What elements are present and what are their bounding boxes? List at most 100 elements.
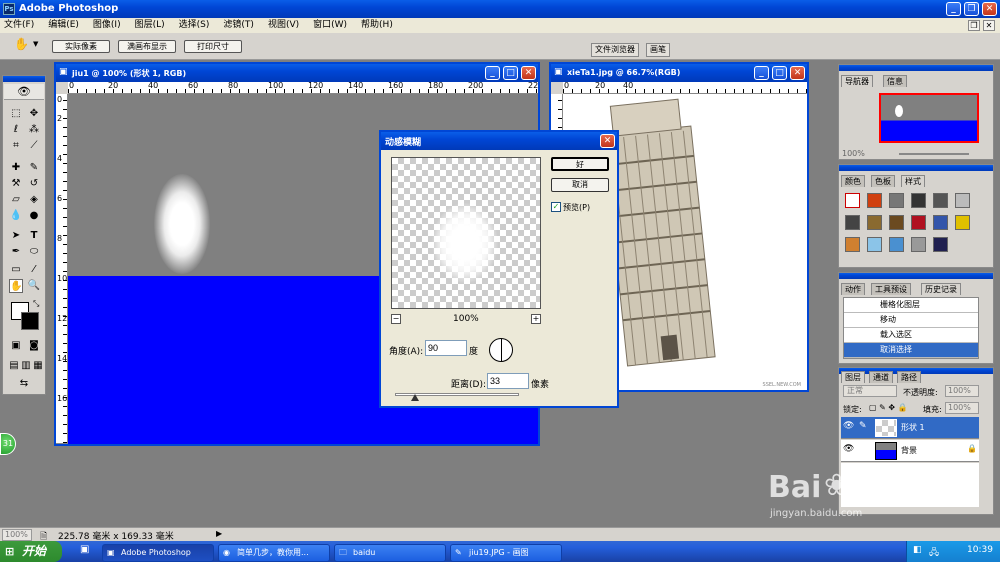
menu-restore-icon[interactable]: ❐ [968,20,980,31]
swap-colors-icon[interactable]: ⤡ [33,299,39,309]
menu-window[interactable]: 窗口(W) [313,20,347,30]
doc2-close-button[interactable]: ✕ [790,66,805,80]
eyedropper-tool-icon[interactable]: ⁄ [27,263,41,277]
style-swatch[interactable] [955,215,970,230]
style-swatch[interactable] [911,193,926,208]
style-swatch[interactable] [845,237,860,252]
jump-to-imageready-icon[interactable]: ⇆ [17,377,31,391]
slice-tool-icon[interactable]: ⟋ [27,139,41,153]
angle-dial[interactable] [489,338,513,362]
channels-tab[interactable]: 通道 [869,371,893,383]
style-swatch[interactable] [933,237,948,252]
tray-icon[interactable]: ◧ [913,545,922,555]
style-swatch[interactable] [867,215,882,230]
file-browser-tab[interactable]: 文件浏览器 [591,43,639,57]
type-tool-icon[interactable]: T [27,229,41,243]
standard-mode-icon[interactable]: ▣ [9,339,23,353]
paths-tab[interactable]: 路径 [897,371,921,383]
layers-tab[interactable]: 图层 [841,371,865,383]
style-swatch[interactable] [867,193,882,208]
marquee-tool-icon[interactable]: ⬚ [9,107,23,121]
info-tab[interactable]: 信息 [883,75,907,87]
doc1-maximize-button[interactable]: □ [503,66,518,80]
style-swatch[interactable] [933,193,948,208]
dodge-tool-icon[interactable]: ● [27,209,41,223]
taskbar-item-photoshop[interactable]: ▣ Adobe Photoshop [102,544,214,562]
doc1-close-button[interactable]: ✕ [521,66,536,80]
status-arrow-icon[interactable]: ▶ [216,529,222,538]
tool-dropdown-icon[interactable]: ▼ [33,40,38,48]
distance-input[interactable] [487,373,529,389]
navigator-tab[interactable]: 导航器 [841,75,873,87]
style-swatch[interactable] [867,237,882,252]
healing-tool-icon[interactable]: ✚ [9,161,23,175]
style-swatch[interactable] [911,215,926,230]
dialog-close-button[interactable]: ✕ [600,134,615,148]
navigator-zoom-slider[interactable] [899,153,969,155]
stamp-tool-icon[interactable]: ⚒ [9,177,23,191]
menu-select[interactable]: 选择(S) [179,20,210,30]
tool-presets-tab[interactable]: 工具预设 [871,283,911,295]
doc1-minimize-button[interactable]: _ [485,66,500,80]
menu-filter[interactable]: 滤镜(T) [223,20,254,30]
screen-mode-3-icon[interactable]: ▦ [31,359,45,373]
eye-icon[interactable]: 👁 [843,444,854,454]
doc1-top-ruler[interactable]: 0 20 40 60 80 100 120 140 160 180 200 22 [68,82,538,94]
status-zoom[interactable]: 100% [2,529,32,541]
doc2-top-ruler[interactable]: 0 20 40 [563,82,807,94]
history-item[interactable]: 载入选区 [844,328,978,343]
preview-checkbox[interactable]: ✓ [551,202,561,212]
history-item[interactable]: 移动 [844,313,978,328]
zoom-out-button[interactable]: − [391,314,401,324]
style-swatch[interactable] [911,237,926,252]
menu-help[interactable]: 帮助(H) [361,20,393,30]
menu-file[interactable]: 文件(F) [4,20,34,30]
magic-wand-tool-icon[interactable]: ⁂ [27,123,41,137]
layer-row-selected[interactable]: 👁 ✎ 形状 1 [841,417,979,439]
fill-input[interactable]: 100% [945,402,979,414]
menu-view[interactable]: 视图(V) [268,20,299,30]
menu-layer[interactable]: 图层(L) [135,20,165,30]
toolbox-logo[interactable]: 👁 [4,84,44,100]
hand-tool-icon[interactable]: ✋ [9,279,23,293]
path-select-tool-icon[interactable]: ➤ [9,229,23,243]
close-button[interactable]: ✕ [982,2,997,16]
show-desktop-icon[interactable]: ▣ [80,544,89,555]
blur-tool-icon[interactable]: 💧 [9,209,23,223]
style-swatch[interactable] [845,193,860,208]
brushes-tab[interactable]: 画笔 [646,43,670,57]
navigator-thumbnail[interactable] [879,93,979,143]
brush-tool-icon[interactable]: ✎ [27,161,41,175]
history-tab[interactable]: 历史记录 [921,283,961,295]
zoom-in-button[interactable]: + [531,314,541,324]
navigator-zoom[interactable]: 100% [842,149,865,158]
doc2-minimize-button[interactable]: _ [754,66,769,80]
network-icon[interactable]: 🖧 [929,545,939,561]
menu-close-icon[interactable]: ✕ [983,20,995,31]
blur-preview[interactable] [391,157,541,309]
doc2-maximize-button[interactable]: □ [772,66,787,80]
minimize-button[interactable]: _ [946,2,961,16]
move-tool-icon[interactable]: ✥ [27,107,41,121]
menu-edit[interactable]: 编辑(E) [48,20,79,30]
color-tab[interactable]: 颜色 [841,175,865,187]
eye-icon[interactable]: 👁 [843,421,854,431]
styles-tab[interactable]: 样式 [901,175,925,187]
quickmask-mode-icon[interactable]: ◙ [27,339,41,353]
history-brush-tool-icon[interactable]: ↺ [27,177,41,191]
style-swatch[interactable] [845,215,860,230]
angle-input[interactable] [425,340,467,356]
doc1-left-ruler[interactable]: 0 2 4 6 8 10 12 14 16 [56,94,68,444]
taskbar-item-browser[interactable]: ◉ 简单几步，教你用... [218,544,330,562]
style-swatch[interactable] [889,215,904,230]
zoom-tool-icon[interactable]: 🔍 [27,279,41,293]
fit-screen-button[interactable]: 满画布显示 [118,40,176,53]
style-swatch[interactable] [889,237,904,252]
distance-slider-thumb[interactable] [411,394,419,401]
restore-button[interactable]: ❐ [964,2,979,16]
style-swatch[interactable] [933,215,948,230]
history-item[interactable]: 栅格化图层 [844,298,978,313]
background-color-swatch[interactable] [21,312,39,330]
hand-tool-icon[interactable]: ✋ [14,37,29,51]
shape-tool-icon[interactable]: ⬭ [27,245,41,259]
